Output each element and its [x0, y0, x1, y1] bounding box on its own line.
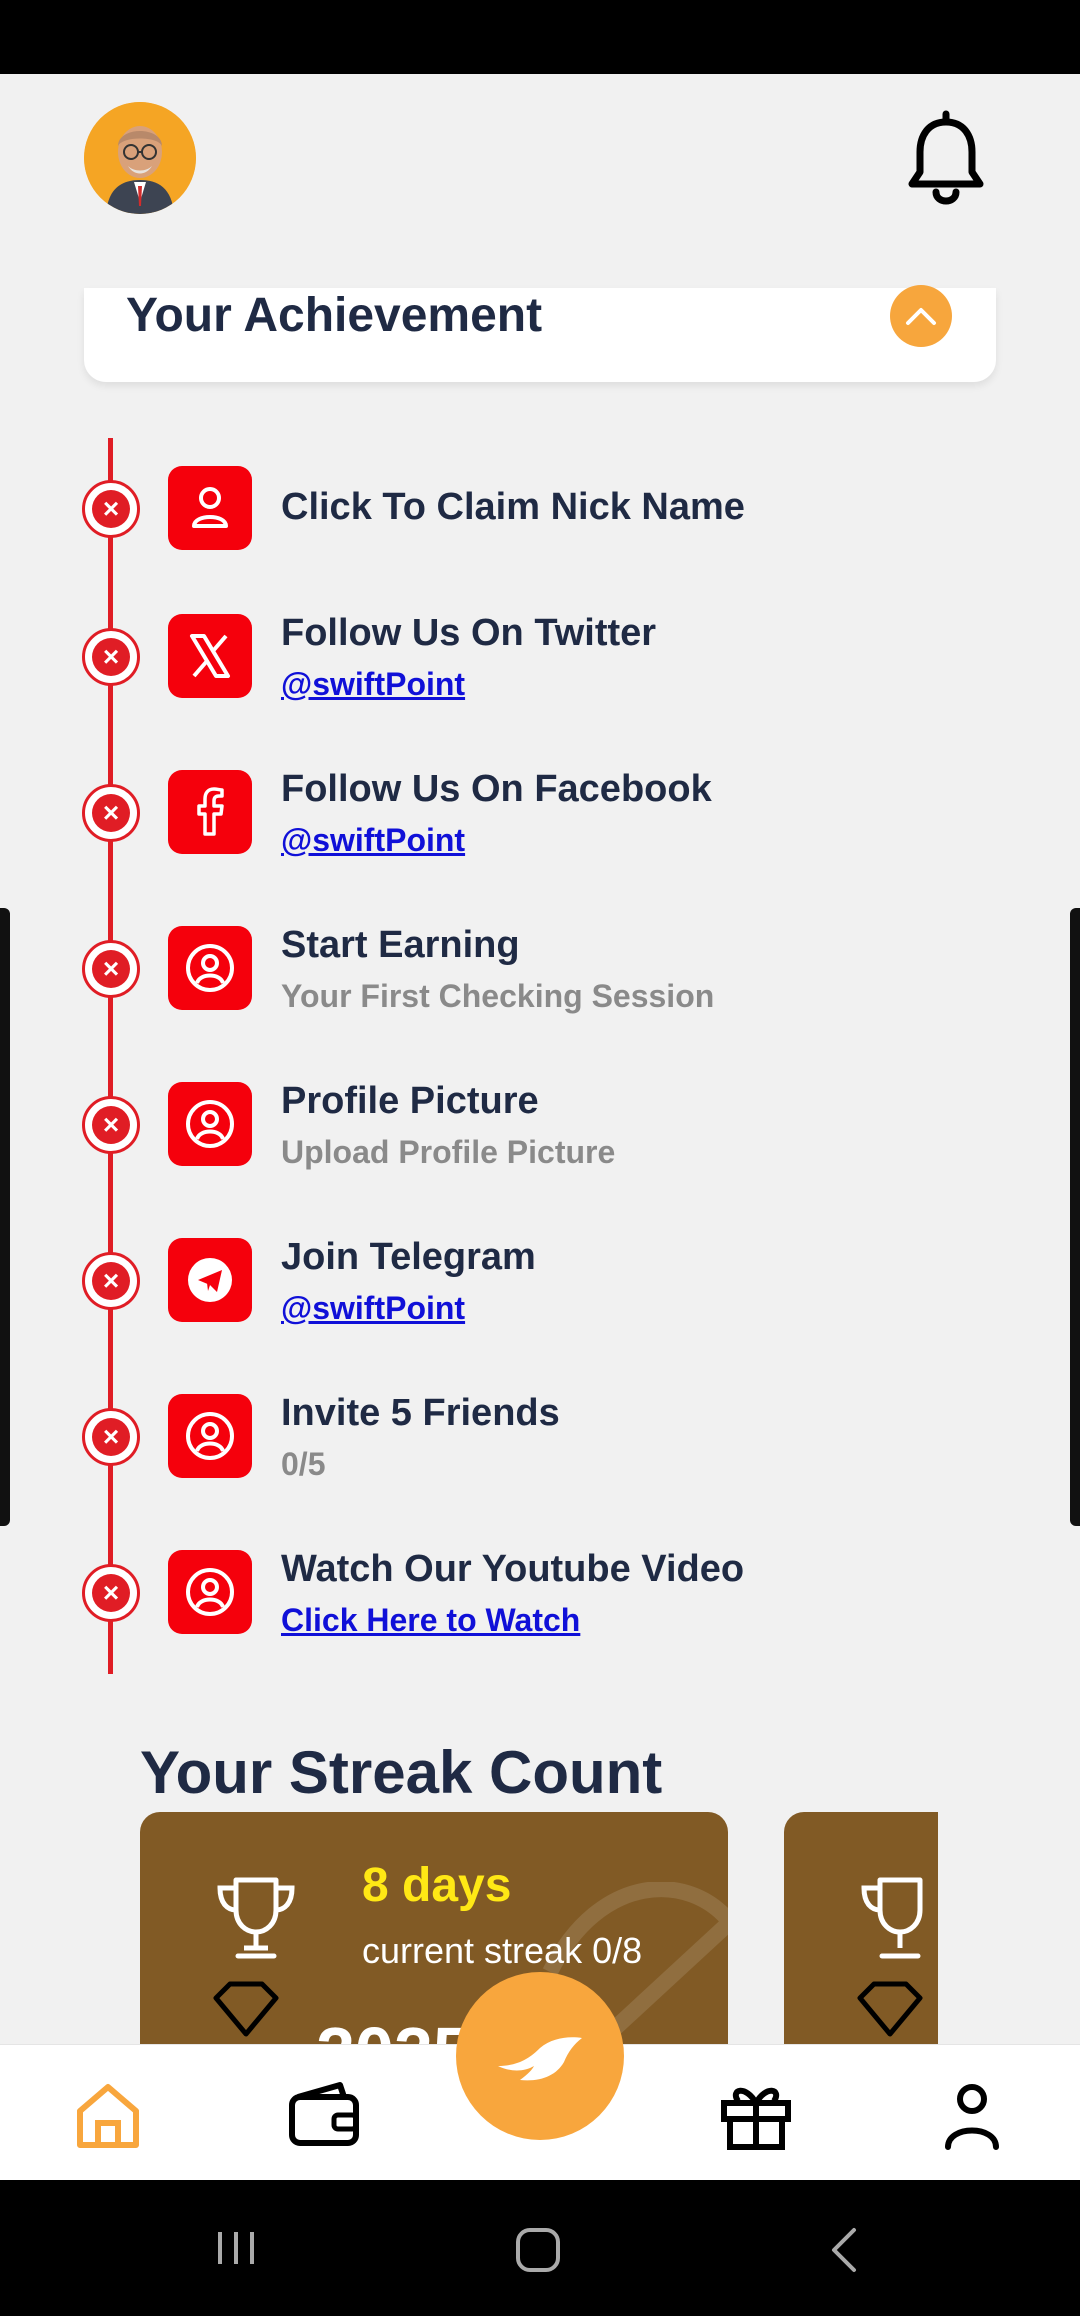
task-title: Join Telegram — [281, 1236, 536, 1278]
facebook-icon — [168, 770, 252, 854]
diamond-icon — [857, 1981, 923, 2037]
diamond-icon — [213, 1981, 279, 2037]
task-subtitle: Upload Profile Picture — [281, 1134, 616, 1170]
back-icon[interactable] — [820, 2224, 868, 2276]
incomplete-status-icon: × — [82, 480, 140, 538]
incomplete-status-icon: × — [82, 1408, 140, 1466]
task-invite-friends[interactable]: × Invite 5 Friends 0/5 — [0, 1380, 1080, 1500]
watch-video-link[interactable]: Click Here to Watch — [281, 1602, 580, 1639]
wallet-icon[interactable] — [284, 2075, 364, 2155]
incomplete-status-icon: × — [82, 1096, 140, 1154]
x-twitter-icon — [168, 614, 252, 698]
home-button-icon[interactable] — [512, 2224, 564, 2276]
side-edge-handle — [1070, 908, 1080, 1526]
task-start-earning[interactable]: × Start Earning Your First Checking Sess… — [0, 912, 1080, 1032]
incomplete-status-icon: × — [82, 1564, 140, 1622]
notification-bell-icon[interactable] — [900, 110, 992, 210]
user-circle-icon — [168, 926, 252, 1010]
bird-action-button[interactable] — [456, 1972, 624, 2140]
facebook-handle-link[interactable]: @swiftPoint — [281, 822, 465, 859]
system-navigation-bar — [0, 2180, 1080, 2316]
telegram-icon — [168, 1238, 252, 1322]
task-join-telegram[interactable]: × Join Telegram @swiftPoint — [0, 1224, 1080, 1344]
task-title: Follow Us On Twitter — [281, 612, 657, 654]
user-circle-icon — [168, 1082, 252, 1166]
user-circle-icon — [168, 1394, 252, 1478]
incomplete-status-icon: × — [82, 1252, 140, 1310]
task-follow-twitter[interactable]: × Follow Us On Twitter @swiftPoint — [0, 600, 1080, 720]
task-title: Follow Us On Facebook — [281, 768, 712, 810]
streak-card[interactable]: 8 days current streak 0/8 2025 — [140, 1812, 728, 2052]
task-title: Invite 5 Friends — [281, 1392, 560, 1434]
home-icon[interactable] — [68, 2075, 148, 2155]
task-subtitle: Your First Checking Session — [281, 978, 715, 1014]
task-title: Profile Picture — [281, 1080, 539, 1122]
streak-days: 8 days — [362, 1859, 512, 1912]
twitter-handle-link[interactable]: @swiftPoint — [281, 666, 465, 703]
incomplete-status-icon: × — [82, 784, 140, 842]
task-follow-facebook[interactable]: × Follow Us On Facebook @swiftPoint — [0, 756, 1080, 876]
user-icon — [168, 466, 252, 550]
streak-heading: Your Streak Count — [140, 1739, 663, 1806]
incomplete-status-icon: × — [82, 940, 140, 998]
task-watch-youtube[interactable]: × Watch Our Youtube Video Click Here to … — [0, 1536, 1080, 1656]
collapse-toggle-icon[interactable] — [890, 285, 952, 347]
achievement-title: Your Achievement — [126, 289, 543, 342]
task-title: Click To Claim Nick Name — [281, 486, 745, 528]
task-claim-nickname[interactable]: × Click To Claim Nick Name — [0, 444, 1080, 564]
streak-current: current streak 0/8 — [362, 1930, 643, 1971]
user-circle-icon — [168, 1550, 252, 1634]
avatar[interactable] — [84, 102, 196, 214]
telegram-handle-link[interactable]: @swiftPoint — [281, 1290, 465, 1327]
bird-icon — [498, 2037, 582, 2081]
profile-icon[interactable] — [932, 2075, 1012, 2155]
achievement-card: Your Achievement — [84, 285, 996, 382]
task-title: Start Earning — [281, 924, 520, 966]
trophy-icon — [217, 1877, 295, 1959]
trophy-icon — [861, 1877, 923, 1959]
side-edge-handle — [0, 908, 10, 1526]
status-bar — [0, 0, 1080, 74]
incomplete-status-icon: × — [82, 628, 140, 686]
task-profile-picture[interactable]: × Profile Picture Upload Profile Picture — [0, 1068, 1080, 1188]
task-title: Watch Our Youtube Video — [281, 1548, 745, 1590]
gift-icon[interactable] — [716, 2075, 796, 2155]
invite-progress: 0/5 — [281, 1446, 326, 1482]
streak-card-next[interactable] — [784, 1812, 938, 2052]
recent-apps-icon[interactable] — [212, 2224, 260, 2272]
